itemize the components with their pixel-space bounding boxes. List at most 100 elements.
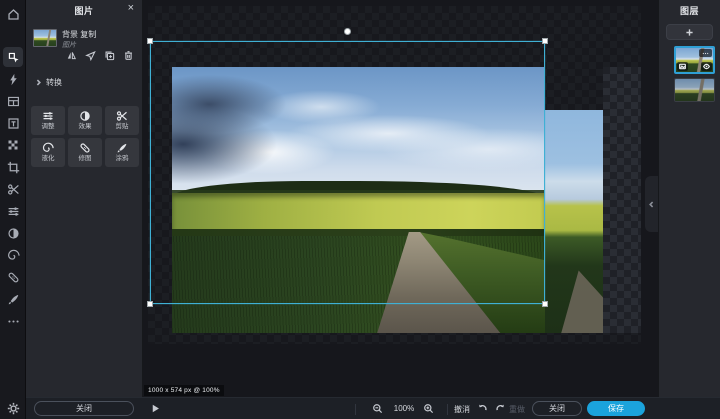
close-button[interactable]: 关闭 bbox=[532, 401, 582, 416]
tool-grid: 调整 效果 剪贴 液化 修图 涂鸦 bbox=[31, 106, 139, 167]
tool-cutout-button[interactable]: 剪贴 bbox=[105, 106, 139, 135]
tool-label: 效果 bbox=[79, 124, 92, 131]
toolbar-home-button[interactable] bbox=[3, 4, 23, 24]
toolbar-retouch-button[interactable] bbox=[3, 267, 23, 287]
tool-retouch-button[interactable]: 修图 bbox=[68, 138, 102, 167]
layers-panel-title: 图层 bbox=[659, 4, 720, 17]
zoom-in-button[interactable] bbox=[423, 403, 434, 414]
tool-label: 涂鸦 bbox=[116, 156, 129, 163]
spiral-icon bbox=[42, 142, 54, 154]
add-layer-button[interactable] bbox=[666, 24, 713, 40]
play-button[interactable] bbox=[150, 403, 161, 414]
more-dots-icon bbox=[702, 50, 709, 57]
layer-item-selected[interactable] bbox=[674, 46, 715, 74]
gear-settings-icon bbox=[7, 402, 20, 415]
transform-label: 转换 bbox=[46, 77, 62, 88]
redo-button[interactable] bbox=[495, 403, 506, 414]
toolbar-text-button[interactable] bbox=[3, 113, 23, 133]
toolbar-effect-button[interactable] bbox=[3, 223, 23, 243]
zoom-level: 100% bbox=[388, 404, 420, 413]
photo-editor-app: 图片 × 背景 复制 图片 转换 调整 效果 剪贴 bbox=[0, 0, 720, 419]
settings-button[interactable] bbox=[3, 398, 23, 418]
duplicate-icon bbox=[104, 50, 115, 61]
play-icon bbox=[150, 403, 161, 414]
eye-icon bbox=[703, 63, 710, 70]
delete-button[interactable] bbox=[121, 48, 135, 62]
tool-label: 修图 bbox=[79, 156, 92, 163]
more-dots-icon bbox=[7, 315, 20, 328]
brush-draw-icon bbox=[7, 293, 20, 306]
transform-section-toggle[interactable]: 转换 bbox=[31, 74, 137, 91]
arrange-button[interactable] bbox=[83, 48, 97, 62]
panel-title: 图片 bbox=[26, 4, 142, 17]
divider bbox=[447, 404, 448, 415]
transparent-canvas-strip bbox=[603, 67, 641, 333]
selection-handle-top-right[interactable] bbox=[542, 38, 548, 44]
redo-label: 重做 bbox=[509, 404, 525, 415]
home-icon bbox=[7, 8, 20, 21]
layer-item-background[interactable] bbox=[674, 78, 715, 102]
pattern-fill-icon bbox=[7, 139, 19, 151]
undo-arrow-icon bbox=[477, 403, 488, 414]
redo-arrow-icon bbox=[495, 403, 506, 414]
layout-icon bbox=[7, 95, 20, 108]
selection-handle-bottom-left[interactable] bbox=[147, 301, 153, 307]
zoom-out-icon bbox=[372, 403, 383, 414]
contrast-icon bbox=[79, 110, 91, 122]
zoom-out-button[interactable] bbox=[372, 403, 383, 414]
lightning-icon bbox=[7, 73, 20, 86]
selection-rotate-handle[interactable] bbox=[344, 28, 351, 35]
selection-handle-bottom-right[interactable] bbox=[542, 301, 548, 307]
layer-action-row bbox=[64, 48, 135, 62]
layer-thumbnail bbox=[33, 29, 57, 47]
sliders-icon bbox=[42, 110, 54, 122]
layers-panel: 图层 bbox=[658, 0, 720, 397]
panel-close-icon[interactable]: × bbox=[128, 2, 134, 14]
crop-icon bbox=[7, 161, 20, 174]
selection-handle-top-left[interactable] bbox=[147, 38, 153, 44]
save-button[interactable]: 保存 bbox=[587, 401, 645, 416]
image-properties-panel: 图片 × 背景 复制 图片 转换 调整 效果 剪贴 bbox=[26, 0, 143, 397]
toolbar-fill-button[interactable] bbox=[3, 135, 23, 155]
tool-label: 调整 bbox=[42, 124, 55, 131]
canvas-workspace: 1000 x 574 px @ 100% bbox=[143, 0, 658, 397]
pointer-arrange-icon bbox=[7, 51, 20, 64]
zoom-in-icon bbox=[423, 403, 434, 414]
bandaid-icon bbox=[79, 142, 91, 154]
undo-button[interactable] bbox=[477, 403, 488, 414]
layer-menu-button[interactable] bbox=[699, 49, 712, 57]
panel-close-button[interactable]: 关闭 bbox=[34, 401, 134, 416]
toolbar-layout-button[interactable] bbox=[3, 91, 23, 111]
tool-liquify-button[interactable]: 液化 bbox=[31, 138, 65, 167]
tool-label: 剪贴 bbox=[116, 124, 129, 131]
duplicate-button[interactable] bbox=[102, 48, 116, 62]
scissors-icon bbox=[116, 110, 128, 122]
tool-draw-button[interactable]: 涂鸦 bbox=[105, 138, 139, 167]
toolbar-adjust-button[interactable] bbox=[3, 201, 23, 221]
path-streak bbox=[545, 110, 603, 333]
toolbar-arrange-button[interactable] bbox=[3, 47, 23, 67]
tool-effect-button[interactable]: 效果 bbox=[68, 106, 102, 135]
tool-adjust-button[interactable]: 调整 bbox=[31, 106, 65, 135]
toolbar-crop-button[interactable] bbox=[3, 157, 23, 177]
toolbar-more-button[interactable] bbox=[3, 311, 23, 331]
toolbar-liquify-button[interactable] bbox=[3, 245, 23, 265]
selection-bounding-box[interactable] bbox=[150, 41, 545, 304]
tool-label: 液化 bbox=[42, 156, 55, 163]
toolbar-draw-button[interactable] bbox=[3, 289, 23, 309]
toolbar-shortcuts-button[interactable] bbox=[3, 69, 23, 89]
bottom-bar: 关闭 100% 撤消 重做 关闭 保存 bbox=[26, 397, 720, 419]
undo-label[interactable]: 撤消 bbox=[454, 404, 470, 415]
arrange-icon bbox=[85, 50, 96, 61]
canvas-status: 1000 x 574 px @ 100% bbox=[144, 385, 224, 396]
chevron-left-icon bbox=[648, 201, 655, 208]
layer-name: 背景 复制 bbox=[62, 29, 96, 40]
toolbar-cutout-button[interactable] bbox=[3, 179, 23, 199]
flip-icon bbox=[66, 50, 77, 61]
left-toolbar bbox=[0, 0, 26, 419]
flip-button[interactable] bbox=[64, 48, 78, 62]
layer-visibility-toggle[interactable] bbox=[701, 62, 712, 71]
layers-panel-collapse-tab[interactable] bbox=[645, 176, 658, 232]
text-icon bbox=[7, 117, 20, 130]
plus-icon bbox=[685, 28, 694, 37]
